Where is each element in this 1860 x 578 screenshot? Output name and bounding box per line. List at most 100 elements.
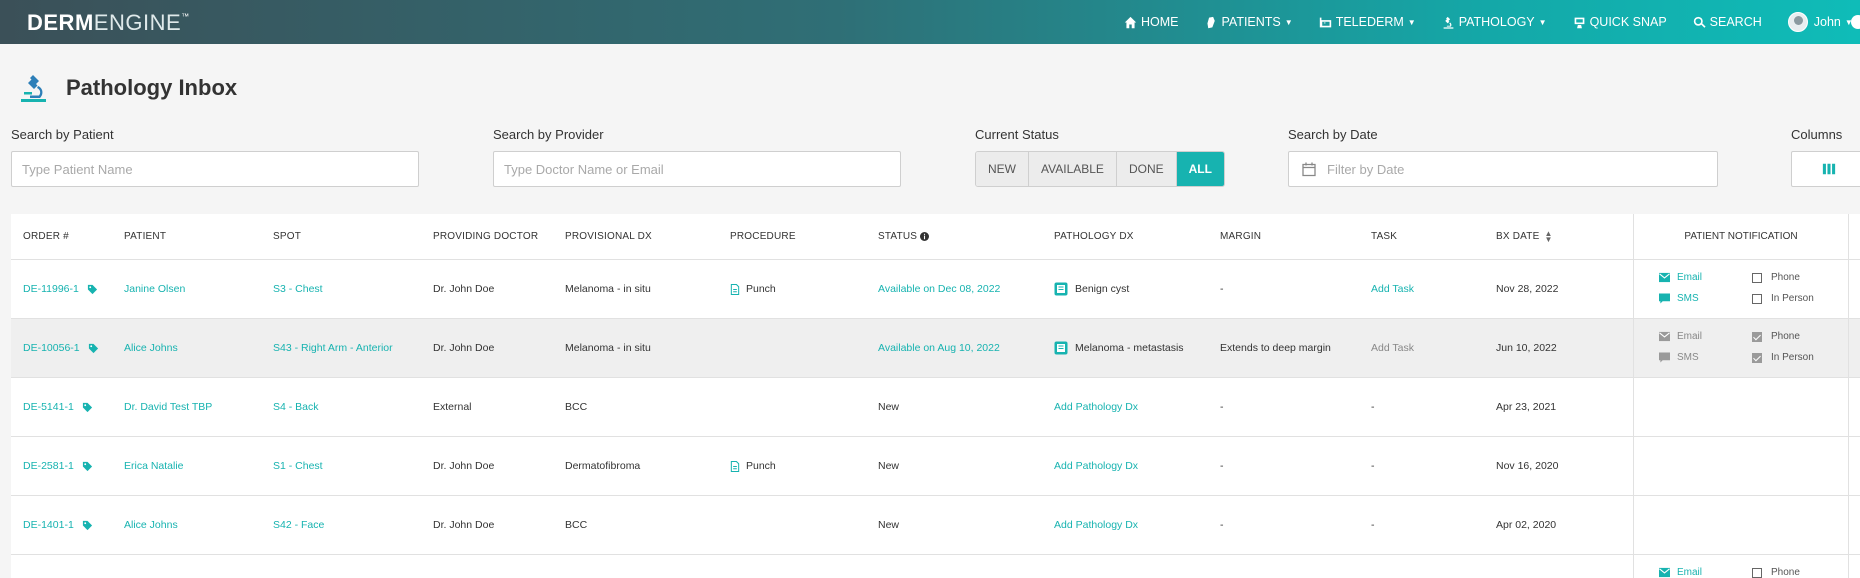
document-icon — [730, 283, 740, 295]
patient-link[interactable]: Erica Natalie — [124, 437, 184, 495]
table-row[interactable]: Email Phone — [11, 555, 1860, 578]
tag-icon[interactable] — [82, 520, 93, 531]
patient-link[interactable]: Alice Johns — [124, 496, 178, 554]
notify-phone[interactable]: Phone — [1752, 272, 1800, 283]
status-filter-group: NEW AVAILABLE DONE ALL — [975, 151, 1225, 187]
pathology-dx[interactable]: Melanoma - metastasis — [1054, 319, 1184, 377]
columns-button[interactable] — [1791, 151, 1860, 187]
status-text[interactable]: Available on Aug 10, 2022 — [878, 319, 1000, 377]
order-link[interactable]: DE-1401-1 — [23, 496, 93, 554]
table-row[interactable]: DE-1401-1 Alice Johns S42 - Face Dr. John D… — [11, 496, 1860, 555]
notify-email[interactable]: Email — [1659, 272, 1702, 283]
nav-telederm[interactable]: TELEDERM ▼ — [1319, 15, 1416, 29]
add-pathology-dx-link[interactable]: Add Pathology Dx — [1054, 437, 1138, 495]
nav-pathology[interactable]: PATHOLOGY ▼ — [1442, 15, 1547, 29]
status-text[interactable]: Available on Dec 08, 2022 — [878, 260, 1000, 318]
order-link[interactable]: DE-10056-1 — [23, 319, 99, 377]
task: - — [1371, 401, 1375, 413]
info-icon[interactable] — [920, 232, 930, 241]
columns-label: Columns — [1791, 127, 1843, 142]
table-row[interactable]: DE-10056-1 Alice Johns S43 - Right Arm - A… — [11, 319, 1860, 378]
patient-notification-cell — [1633, 378, 1849, 436]
provisional-dx: Dermatofibroma — [565, 460, 641, 472]
spot-link[interactable]: S1 - Chest — [273, 437, 323, 495]
spot-link[interactable]: S42 - Face — [273, 496, 324, 554]
date-filter-input[interactable] — [1327, 161, 1717, 177]
status-available-button[interactable]: AVAILABLE — [1029, 152, 1117, 186]
notify-in-person[interactable]: In Person — [1752, 293, 1814, 304]
patient-search-label: Search by Patient — [11, 127, 114, 142]
header-procedure: PROCEDURE — [730, 231, 796, 242]
date-search-label: Search by Date — [1288, 127, 1378, 142]
patient-notification-cell: Email Phone — [1633, 555, 1849, 578]
table-row[interactable]: DE-5141-1 Dr. David Test TBP S4 - Back Exte… — [11, 378, 1860, 437]
in-person-checkbox[interactable] — [1752, 352, 1762, 363]
header-doctor: PROVIDING DOCTOR — [433, 231, 539, 242]
add-task-link[interactable]: Add Task — [1371, 319, 1414, 377]
add-pathology-dx-link[interactable]: Add Pathology Dx — [1054, 496, 1138, 554]
provisional-dx: Melanoma - in situ — [565, 342, 651, 354]
table-row[interactable]: DE-11996-1 Janine Olsen S3 - Chest Dr. John… — [11, 260, 1860, 319]
nav-patients[interactable]: PATIENTS ▼ — [1205, 15, 1293, 29]
providing-doctor: Dr. John Doe — [433, 519, 495, 531]
phone-checkbox[interactable] — [1752, 272, 1762, 283]
spot-link[interactable]: S43 - Right Arm - Anterior — [273, 319, 393, 377]
nav-home[interactable]: HOME — [1124, 15, 1179, 29]
patient-notification-cell: Email SMS Phone In Person — [1633, 319, 1849, 377]
order-link[interactable]: DE-2581-1 — [23, 437, 93, 495]
date-filter-field[interactable] — [1288, 151, 1718, 187]
bx-date: Nov 16, 2020 — [1496, 460, 1559, 472]
chevron-down-icon: ▼ — [1538, 17, 1547, 27]
status-all-button[interactable]: ALL — [1176, 152, 1224, 186]
chevron-down-icon: ▼ — [1284, 17, 1293, 27]
notify-phone[interactable]: Phone — [1752, 331, 1800, 342]
provisional-dx: BCC — [565, 519, 588, 531]
patient-notification-cell — [1633, 496, 1849, 554]
notify-email[interactable]: Email — [1659, 567, 1702, 578]
pathology-report-icon — [1054, 341, 1068, 355]
phone-checkbox[interactable] — [1752, 331, 1762, 342]
tag-icon[interactable] — [82, 402, 93, 413]
notify-email[interactable]: Email — [1659, 331, 1702, 342]
tag-icon[interactable] — [88, 343, 99, 354]
nav-quick-snap[interactable]: QUICK SNAP — [1573, 15, 1667, 29]
bx-date: Apr 23, 2021 — [1496, 401, 1557, 413]
status-new-button[interactable]: NEW — [976, 152, 1029, 186]
header-patient-notification: PATIENT NOTIFICATION — [1633, 214, 1849, 259]
providing-doctor: Dr. John Doe — [433, 342, 495, 354]
patient-search-input[interactable] — [11, 151, 419, 187]
tag-icon[interactable] — [82, 461, 93, 472]
notify-sms[interactable]: SMS — [1659, 352, 1699, 363]
add-pathology-dx-link[interactable]: Add Pathology Dx — [1054, 378, 1138, 436]
in-person-checkbox[interactable] — [1752, 293, 1762, 304]
provider-search-input[interactable] — [493, 151, 901, 187]
notify-phone[interactable]: Phone — [1752, 567, 1800, 578]
order-link[interactable]: DE-5141-1 — [23, 378, 93, 436]
pathology-dx[interactable]: Benign cyst — [1054, 260, 1129, 318]
table-row[interactable]: DE-2581-1 Erica Natalie S1 - Chest Dr. John… — [11, 437, 1860, 496]
patient-link[interactable]: Alice Johns — [124, 319, 178, 377]
tag-icon[interactable] — [87, 284, 98, 295]
order-link[interactable]: DE-11996-1 — [23, 260, 98, 318]
spot-link[interactable]: S4 - Back — [273, 378, 319, 436]
nav-user-menu[interactable]: John ▼ — [1787, 12, 1853, 32]
status-done-button[interactable]: DONE — [1116, 152, 1177, 186]
sort-icon[interactable]: ▲ ▼ — [1544, 229, 1552, 243]
header-margin: MARGIN — [1220, 231, 1262, 242]
nav-search[interactable]: SEARCH — [1693, 15, 1762, 29]
patient-link[interactable]: Dr. David Test TBP — [124, 378, 212, 436]
app-logo[interactable]: DERMENGINE™ — [27, 10, 190, 36]
patients-icon — [1206, 16, 1215, 28]
notify-in-person[interactable]: In Person — [1752, 352, 1814, 363]
phone-checkbox[interactable] — [1752, 567, 1762, 578]
provisional-dx: Melanoma - in situ — [565, 283, 651, 295]
spot-link[interactable]: S3 - Chest — [273, 260, 323, 318]
providing-doctor: External — [433, 401, 472, 413]
margin: Extends to deep margin — [1220, 342, 1331, 354]
header-provisional-dx: PROVISIONAL DX — [565, 231, 652, 242]
add-task-link[interactable]: Add Task — [1371, 260, 1414, 318]
notify-sms[interactable]: SMS — [1659, 293, 1699, 304]
patient-link[interactable]: Janine Olsen — [124, 260, 185, 318]
header-bx-date[interactable]: BX DATE ▲ ▼ — [1496, 214, 1553, 259]
email-icon — [1659, 331, 1670, 342]
